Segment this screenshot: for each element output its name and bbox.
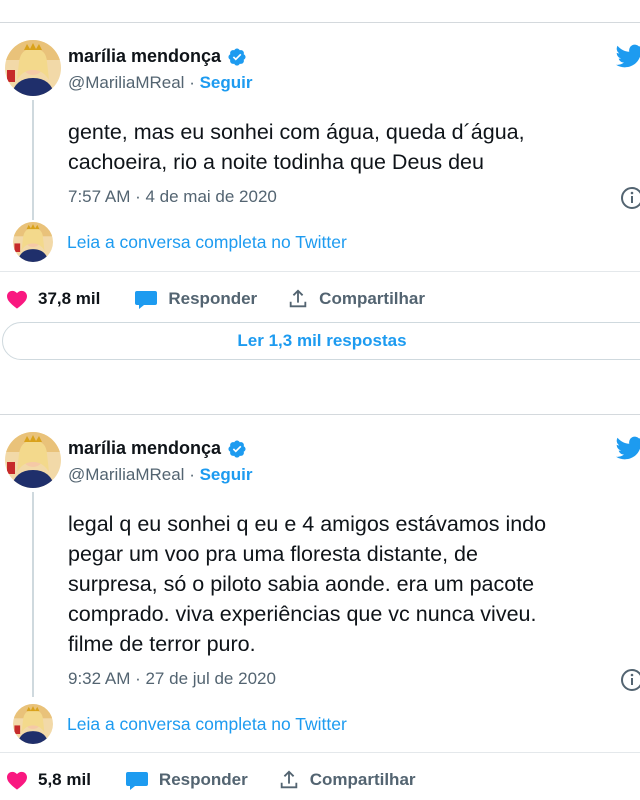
verified-badge-icon (228, 439, 246, 458)
info-icon[interactable] (620, 668, 640, 692)
tweet-timestamp[interactable]: 9:32 AM · 27 de jul de 2020 (68, 669, 276, 689)
card-top-border (0, 414, 640, 415)
heart-icon (7, 771, 27, 790)
like-count: 37,8 mil (38, 289, 101, 308)
author-name-row: marília mendonça (68, 438, 247, 459)
reply-button[interactable]: Responder (125, 769, 248, 791)
share-button[interactable]: Compartilhar (287, 288, 425, 310)
author-handle[interactable]: @MariliaMReal (68, 465, 184, 484)
author-name[interactable]: marília mendonça (68, 438, 221, 459)
read-replies-button[interactable]: Ler 1,3 mil respostas (2, 322, 640, 360)
tweet-actions: 5,8 mil Responder Compartilhar (0, 766, 640, 794)
handle-row: @MariliaMReal · Seguir (68, 465, 253, 485)
thread-line (32, 492, 34, 697)
handle-row: @MariliaMReal · Seguir (68, 73, 253, 93)
like-button[interactable]: 37,8 mil (6, 289, 100, 309)
reply-label: Responder (158, 770, 248, 789)
share-label: Compartilhar (319, 289, 425, 308)
read-conversation-link[interactable]: Leia a conversa completa no Twitter (67, 714, 347, 735)
read-conversation-link[interactable]: Leia a conversa completa no Twitter (67, 232, 347, 253)
separator-dot: · (189, 465, 195, 484)
divider (0, 752, 640, 753)
tweet-text: gente, mas eu sonhei com água, queda d´á… (68, 120, 525, 174)
author-handle[interactable]: @MariliaMReal (68, 73, 184, 92)
heart-icon (7, 290, 27, 309)
twitter-bird-icon[interactable] (614, 434, 640, 462)
author-name-row: marília mendonça (68, 46, 247, 67)
tweet-text: legal q eu sonhei q eu e 4 amigos estáva… (68, 512, 547, 656)
author-name[interactable]: marília mendonça (68, 46, 221, 67)
card-top-border (0, 22, 640, 23)
tweet-actions: 37,8 mil Responder Compartilhar (0, 285, 640, 313)
avatar[interactable] (5, 40, 61, 96)
divider (0, 271, 640, 272)
avatar[interactable] (5, 432, 61, 488)
like-button[interactable]: 5,8 mil (6, 770, 91, 790)
verified-badge-icon (228, 47, 246, 66)
reply-bubble-icon (135, 291, 158, 309)
reply-label: Responder (168, 289, 258, 308)
info-icon[interactable] (620, 186, 640, 210)
share-icon (289, 289, 307, 308)
tweet-card: marília mendonça @MariliaMReal · Seguir … (0, 395, 640, 800)
follow-button[interactable]: Seguir (200, 465, 253, 484)
conversation-avatar (13, 704, 53, 744)
share-icon (280, 770, 297, 789)
share-label: Compartilhar (309, 770, 416, 789)
thread-line (32, 100, 34, 220)
reply-bubble-icon (125, 772, 148, 790)
tweet-card: marília mendonça @MariliaMReal · Seguir … (0, 0, 640, 395)
like-count: 5,8 mil (38, 770, 91, 789)
tweet-timestamp[interactable]: 7:57 AM · 4 de mai de 2020 (68, 187, 277, 207)
share-button[interactable]: Compartilhar (278, 769, 416, 791)
separator-dot: · (189, 73, 195, 92)
follow-button[interactable]: Seguir (200, 73, 253, 92)
twitter-bird-icon[interactable] (614, 42, 640, 70)
reply-button[interactable]: Responder (134, 288, 257, 310)
conversation-avatar (13, 222, 53, 262)
